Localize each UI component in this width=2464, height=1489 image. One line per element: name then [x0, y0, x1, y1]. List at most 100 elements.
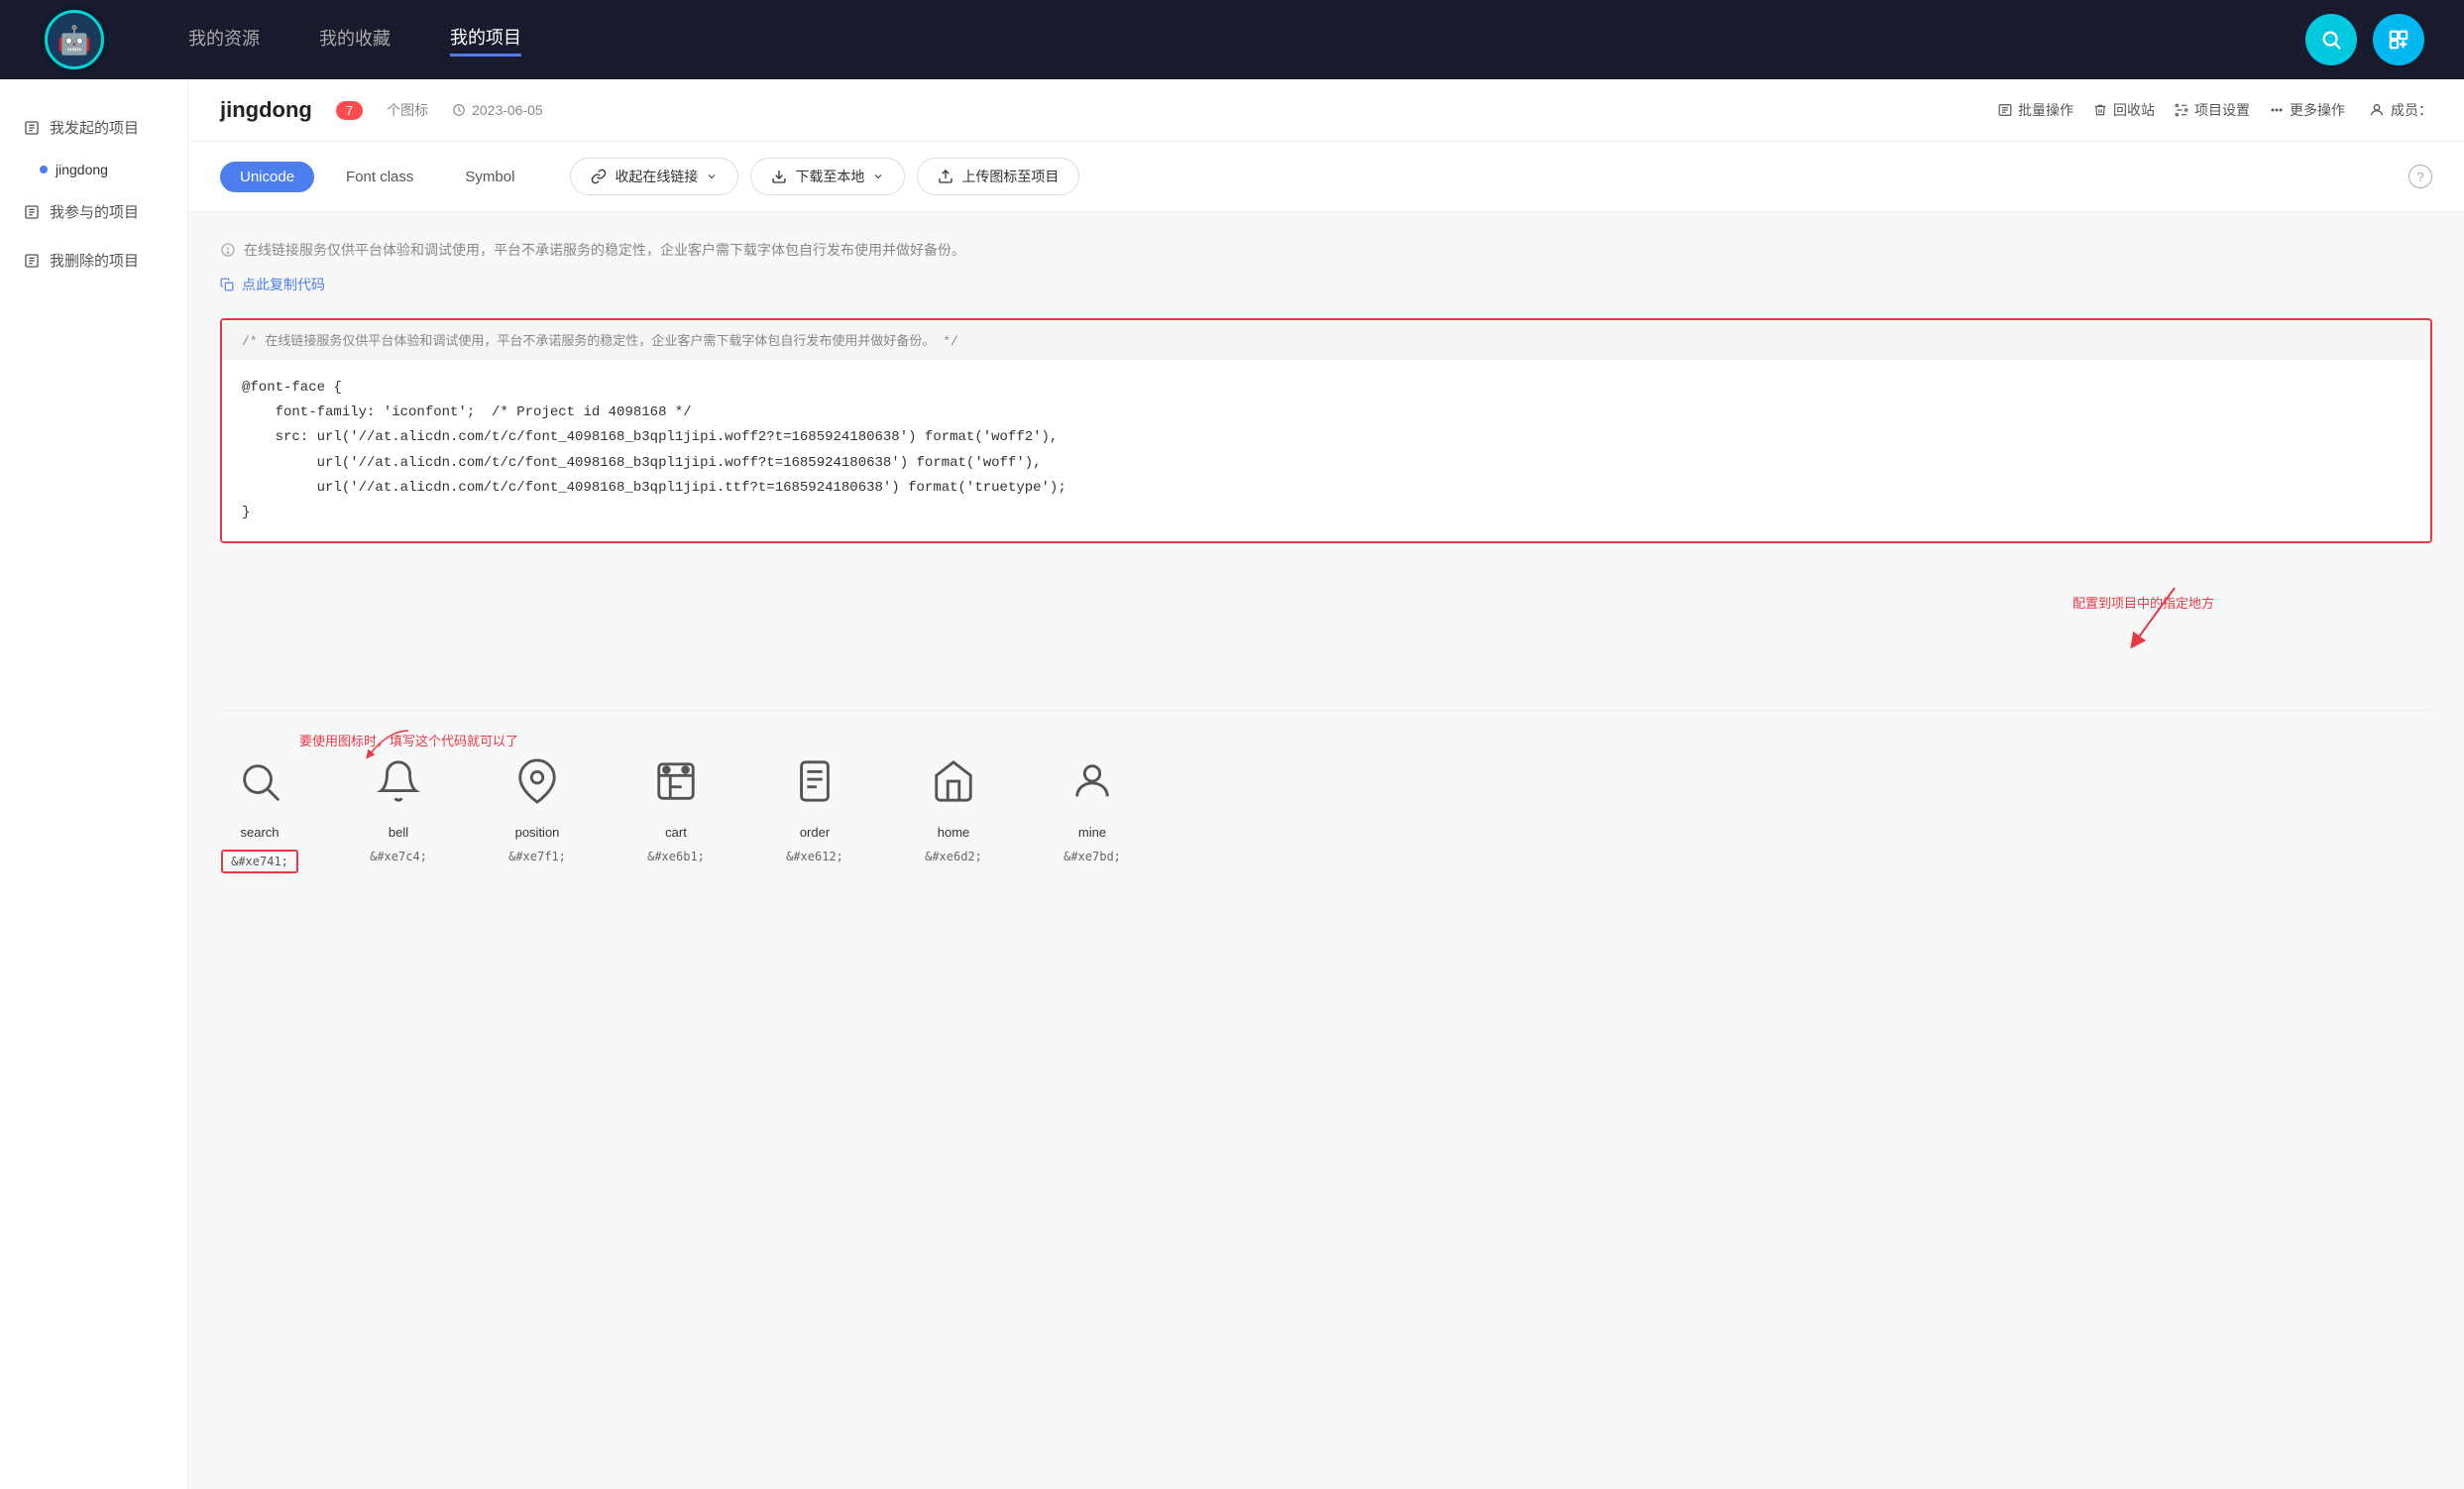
- tab-unicode[interactable]: Unicode: [220, 162, 314, 192]
- download-button[interactable]: 下载至本地: [750, 158, 905, 195]
- batch-icon: [1998, 103, 2012, 117]
- code-line-3: url('//at.alicdn.com/t/c/font_4098168_b3…: [242, 451, 2410, 476]
- nav-item-favorites[interactable]: 我的收藏: [319, 25, 391, 55]
- icon-name-home: home: [938, 825, 970, 840]
- search-button[interactable]: [2305, 14, 2357, 65]
- project-actions: 批量操作 回收站: [1998, 100, 2345, 120]
- settings-icon: [2175, 103, 2188, 117]
- icon-name-order: order: [800, 825, 830, 840]
- tab-symbol[interactable]: Symbol: [445, 162, 534, 192]
- tabs-row: Unicode Font class Symbol 收起在线链接: [188, 142, 2464, 212]
- sidebar-item-my-joined-label: 我参与的项目: [50, 201, 139, 222]
- icon-code-bell: &#xe7c4;: [370, 850, 427, 863]
- member-label: 成员：: [2391, 100, 2432, 120]
- project-name: jingdong: [220, 97, 312, 123]
- icon-item-search: search &#xe741;: [220, 758, 299, 873]
- sidebar-item-my-started[interactable]: 我发起的项目: [0, 103, 187, 152]
- clock-icon: [452, 103, 466, 117]
- icons-row: search &#xe741; bell &#xe7c4;: [220, 758, 2432, 873]
- code-line-4: url('//at.alicdn.com/t/c/font_4098168_b3…: [242, 476, 2410, 501]
- cart-icon-symbol: [653, 758, 699, 815]
- sidebar-project-name: jingdong: [56, 162, 108, 177]
- copy-icon: [220, 278, 234, 291]
- icon-item-position: position &#xe7f1;: [498, 758, 577, 873]
- bell-icon-symbol: [376, 758, 421, 815]
- icon-item-home: home &#xe6d2;: [914, 758, 993, 873]
- sidebar-item-my-joined[interactable]: 我参与的项目: [0, 187, 187, 236]
- main-nav: 我的资源 我的收藏 我的项目: [188, 24, 521, 57]
- project-date: 2023-06-05: [452, 102, 543, 118]
- icons-section: 要使用图标时，填写这个代码就可以了 search &#xe741;: [188, 711, 2464, 913]
- mine-icon-symbol: [1069, 758, 1115, 815]
- content-area: 在线链接服务仅供平台体验和调试使用，平台不承诺服务的稳定性，企业客户需下载字体包…: [188, 212, 2464, 710]
- help-button[interactable]: ?: [2408, 165, 2432, 188]
- code-line-1: font-family: 'iconfont'; /* Project id 4…: [242, 401, 2410, 425]
- member-area: 成员：: [2369, 100, 2432, 120]
- copy-link-label[interactable]: 点此复制代码: [242, 275, 325, 294]
- member-icon: [2369, 102, 2385, 118]
- project-header: jingdong 7 个图标 2023-06-05: [188, 79, 2464, 142]
- icon-name-cart: cart: [665, 825, 687, 840]
- chevron-down-icon: [706, 171, 718, 182]
- icon-code-search[interactable]: &#xe741;: [221, 850, 298, 873]
- nav-item-resources[interactable]: 我的资源: [188, 25, 260, 55]
- icon-name-search: search: [240, 825, 279, 840]
- icon-item-mine: mine &#xe7bd;: [1053, 758, 1132, 873]
- icon-name-bell: bell: [389, 825, 408, 840]
- logo: 🤖: [40, 5, 109, 74]
- order-icon-symbol: [792, 758, 838, 815]
- sidebar: 我发起的项目 jingdong 我参与的项目 我删除的项目: [0, 79, 188, 1489]
- collapse-link-button[interactable]: 收起在线链接: [570, 158, 738, 195]
- tab-fontclass[interactable]: Font class: [326, 162, 433, 192]
- settings-button[interactable]: 项目设置: [2175, 100, 2250, 120]
- header: 🤖 我的资源 我的收藏 我的项目: [0, 0, 2464, 79]
- annotation-area: 配置到项目中的指定地方: [220, 583, 2432, 672]
- icon-item-bell: bell &#xe7c4;: [359, 758, 438, 873]
- search-icon-symbol: [237, 758, 282, 815]
- icon-item-cart: cart &#xe6b1;: [636, 758, 716, 873]
- copy-code-link[interactable]: 点此复制代码: [220, 275, 2432, 294]
- upload-icon: [938, 169, 953, 184]
- code-comment: /* 在线链接服务仅供平台体验和调试使用，平台不承诺服务的稳定性，企业客户需下载…: [222, 320, 2430, 360]
- notice-text: 在线链接服务仅供平台体验和调试使用，平台不承诺服务的稳定性，企业客户需下载字体包…: [220, 240, 2432, 261]
- nav-item-projects[interactable]: 我的项目: [450, 24, 521, 57]
- main-content: jingdong 7 个图标 2023-06-05: [188, 79, 2464, 1489]
- code-line-0: @font-face {: [242, 376, 2410, 401]
- sidebar-item-my-deleted[interactable]: 我删除的项目: [0, 236, 187, 285]
- position-icon-symbol: [514, 758, 560, 815]
- code-block: /* 在线链接服务仅供平台体验和调试使用，平台不承诺服务的稳定性，企业客户需下载…: [220, 318, 2432, 543]
- icon-code-cart: &#xe6b1;: [647, 850, 705, 863]
- code-line-5: }: [242, 501, 2410, 525]
- recycle-button[interactable]: 回收站: [2093, 100, 2155, 120]
- sidebar-item-my-deleted-label: 我删除的项目: [50, 250, 139, 271]
- logo-icon: 🤖: [45, 10, 104, 69]
- icon-item-order: order &#xe612;: [775, 758, 854, 873]
- upload-button[interactable]: 上传图标至项目: [917, 158, 1079, 195]
- icon-name-mine: mine: [1078, 825, 1106, 840]
- sidebar-active-dot: [40, 166, 48, 173]
- sidebar-sub-jingdong[interactable]: jingdong: [0, 152, 187, 187]
- more-button[interactable]: 更多操作: [2270, 100, 2345, 120]
- download-icon: [771, 169, 787, 184]
- instruction-arrow: [359, 726, 418, 765]
- chevron-down-icon2: [872, 171, 884, 182]
- icon-code-order: &#xe612;: [786, 850, 843, 863]
- page-layout: 我发起的项目 jingdong 我参与的项目 我删除的项目: [0, 79, 2464, 1489]
- arrow-annotation: [2075, 583, 2194, 662]
- code-body: @font-face { font-family: 'iconfont'; /*…: [222, 360, 2430, 541]
- recycle-icon: [2093, 103, 2107, 117]
- project-icon-count: 个图标: [387, 100, 428, 120]
- link-icon: [591, 169, 607, 184]
- icon-code-position: &#xe7f1;: [508, 850, 566, 863]
- batch-operation-button[interactable]: 批量操作: [1998, 100, 2073, 120]
- icon-name-position: position: [515, 825, 560, 840]
- project-count-badge: 7: [336, 101, 363, 120]
- sidebar-item-my-started-label: 我发起的项目: [50, 117, 139, 138]
- home-icon-symbol: [931, 758, 976, 815]
- header-actions: [2305, 14, 2424, 65]
- code-line-2: src: url('//at.alicdn.com/t/c/font_40981…: [242, 425, 2410, 450]
- add-button[interactable]: [2373, 14, 2424, 65]
- more-icon: [2270, 103, 2284, 117]
- icon-code-home: &#xe6d2;: [925, 850, 982, 863]
- icon-code-mine: &#xe7bd;: [1064, 850, 1121, 863]
